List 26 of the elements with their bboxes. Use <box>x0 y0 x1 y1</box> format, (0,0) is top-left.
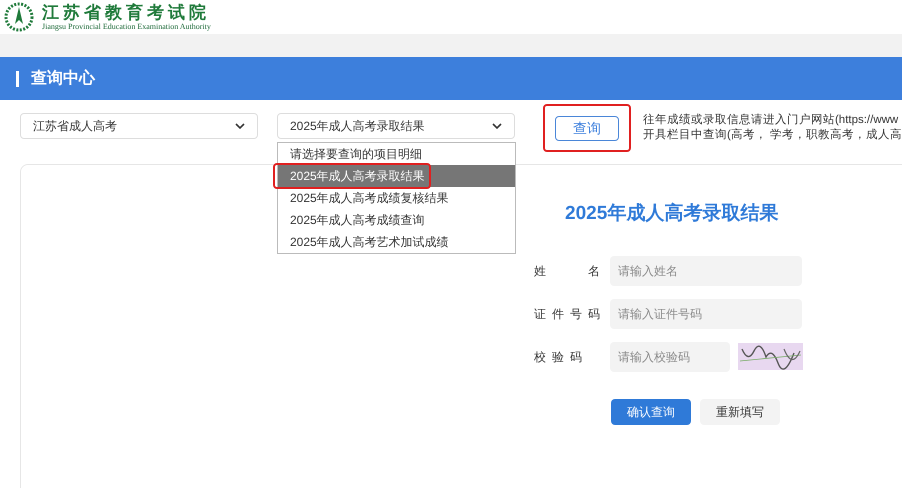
dropdown-option[interactable]: 2025年成人高考录取结果 <box>278 165 515 187</box>
notice-text: 开具栏目中查询(高考， 学考，职教高考，成人高 <box>642 128 902 143</box>
dropdown-option[interactable]: 2025年成人高考成绩复核结果 <box>278 187 515 209</box>
field-label: 校验码 <box>534 348 589 366</box>
field-label: 证件号码 <box>534 306 607 322</box>
text-field[interactable]: 请输入姓名 <box>610 256 802 286</box>
query-button[interactable]: 查询 <box>554 116 619 140</box>
dropdown-option[interactable]: 2025年成人高考成绩查询 <box>278 209 515 231</box>
dropdown-option[interactable]: 请选择要查询的项目明细 <box>278 143 515 165</box>
chevron-down-icon <box>492 123 502 129</box>
reset-button[interactable]: 重新填写 <box>700 398 780 424</box>
emblem-logo <box>4 2 34 32</box>
captcha-image <box>738 343 803 370</box>
notice-text: 往年成绩或录取信息请进入门户网站(https://www <box>642 113 900 128</box>
captcha-field[interactable]: 请输入校验码 <box>610 342 730 372</box>
item-select[interactable]: 2025年成人高考录取结果 <box>276 113 515 139</box>
dropdown-option[interactable]: 2025年成人高考艺术加试成绩 <box>278 231 515 253</box>
chevron-down-icon <box>234 123 245 129</box>
form-title: 2025年成人高考录取结果 <box>565 202 780 226</box>
section-title: 查询中心 <box>16 70 95 86</box>
text-field[interactable]: 请输入证件号码 <box>610 298 802 328</box>
confirm-button[interactable]: 确认查询 <box>611 398 691 424</box>
site-title: 江苏省教育考试院 <box>42 4 211 20</box>
site-subtitle: Jiangsu Provincial Education Examination Authority <box>42 22 211 30</box>
category-select[interactable]: 江苏省成人高考 <box>20 113 258 139</box>
field-label: 姓 名 <box>534 262 607 280</box>
